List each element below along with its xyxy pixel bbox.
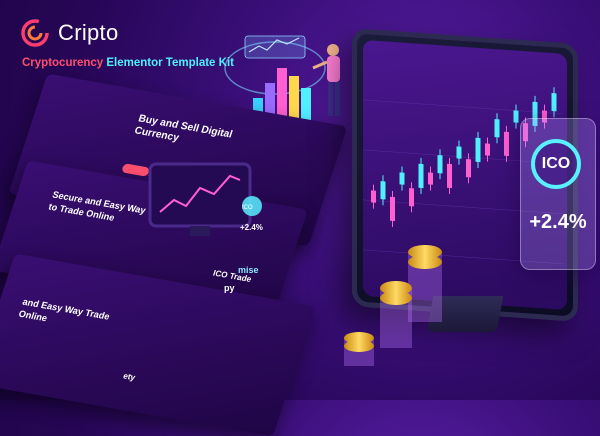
hero-title: Buy and Sell Digital Currency (132, 113, 234, 144)
tagline: Cryptocurency Elementor Template Kit (22, 57, 234, 69)
brand-name: Cripto (58, 20, 119, 45)
candle-body (418, 163, 424, 189)
candle-body (551, 93, 557, 112)
brand-header: Cripto (20, 18, 119, 48)
candle-body (428, 172, 433, 185)
candle-body (371, 190, 376, 203)
candle-body (513, 110, 519, 123)
candle-body (390, 196, 395, 222)
mini-monitor-icon: ICO +2.4% (148, 162, 263, 236)
candle-body (380, 181, 386, 200)
ico-badge: ICO (531, 139, 581, 189)
candle-body (485, 143, 490, 156)
partial-text-1: py (224, 283, 235, 293)
candle-body (437, 155, 443, 174)
logo-icon (21, 19, 49, 47)
candle-body (475, 137, 481, 163)
secure-title: Secure and Easy Way to Trade Online (47, 189, 148, 223)
easy-way-title: and Easy Way Trade Online (17, 296, 112, 324)
candle-body (504, 131, 509, 157)
candle-body (409, 188, 414, 207)
candle-body (447, 163, 452, 189)
ico-change: +2.4% (529, 211, 587, 233)
candle-body (494, 119, 500, 138)
ico-card: ICO +2.4% (520, 118, 596, 270)
coin-icon (344, 245, 442, 366)
candle-body (466, 159, 471, 178)
promise-text: mise (238, 265, 259, 275)
tagline-part1: Cryptocurency (22, 57, 104, 69)
candle-body (456, 146, 462, 159)
candle-body (399, 172, 405, 185)
mini-ico-pct: +2.4% (240, 223, 263, 232)
partial-text-2: ety (121, 371, 137, 383)
mini-ico-label: ICO (242, 205, 253, 211)
